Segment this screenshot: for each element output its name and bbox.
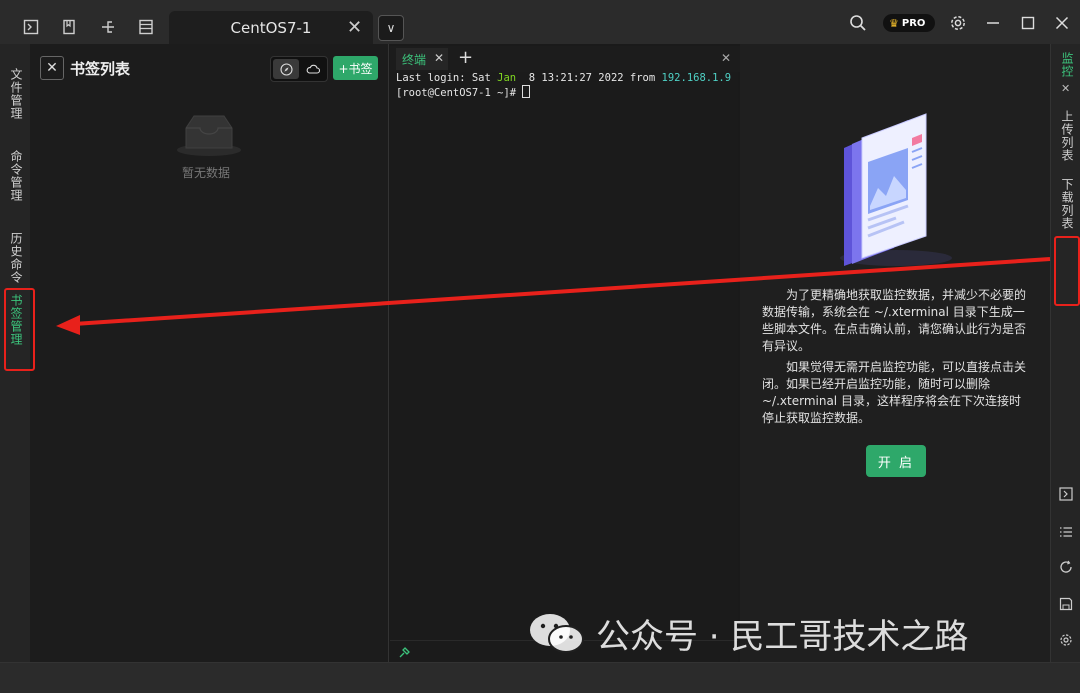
watermark-text: 公众号 · 民工哥技术之路 [596,616,969,657]
wechat-icon [530,614,584,653]
watermark: 公众号 · 民工哥技术之路 [528,608,968,658]
annotation-arrow [56,257,1051,335]
